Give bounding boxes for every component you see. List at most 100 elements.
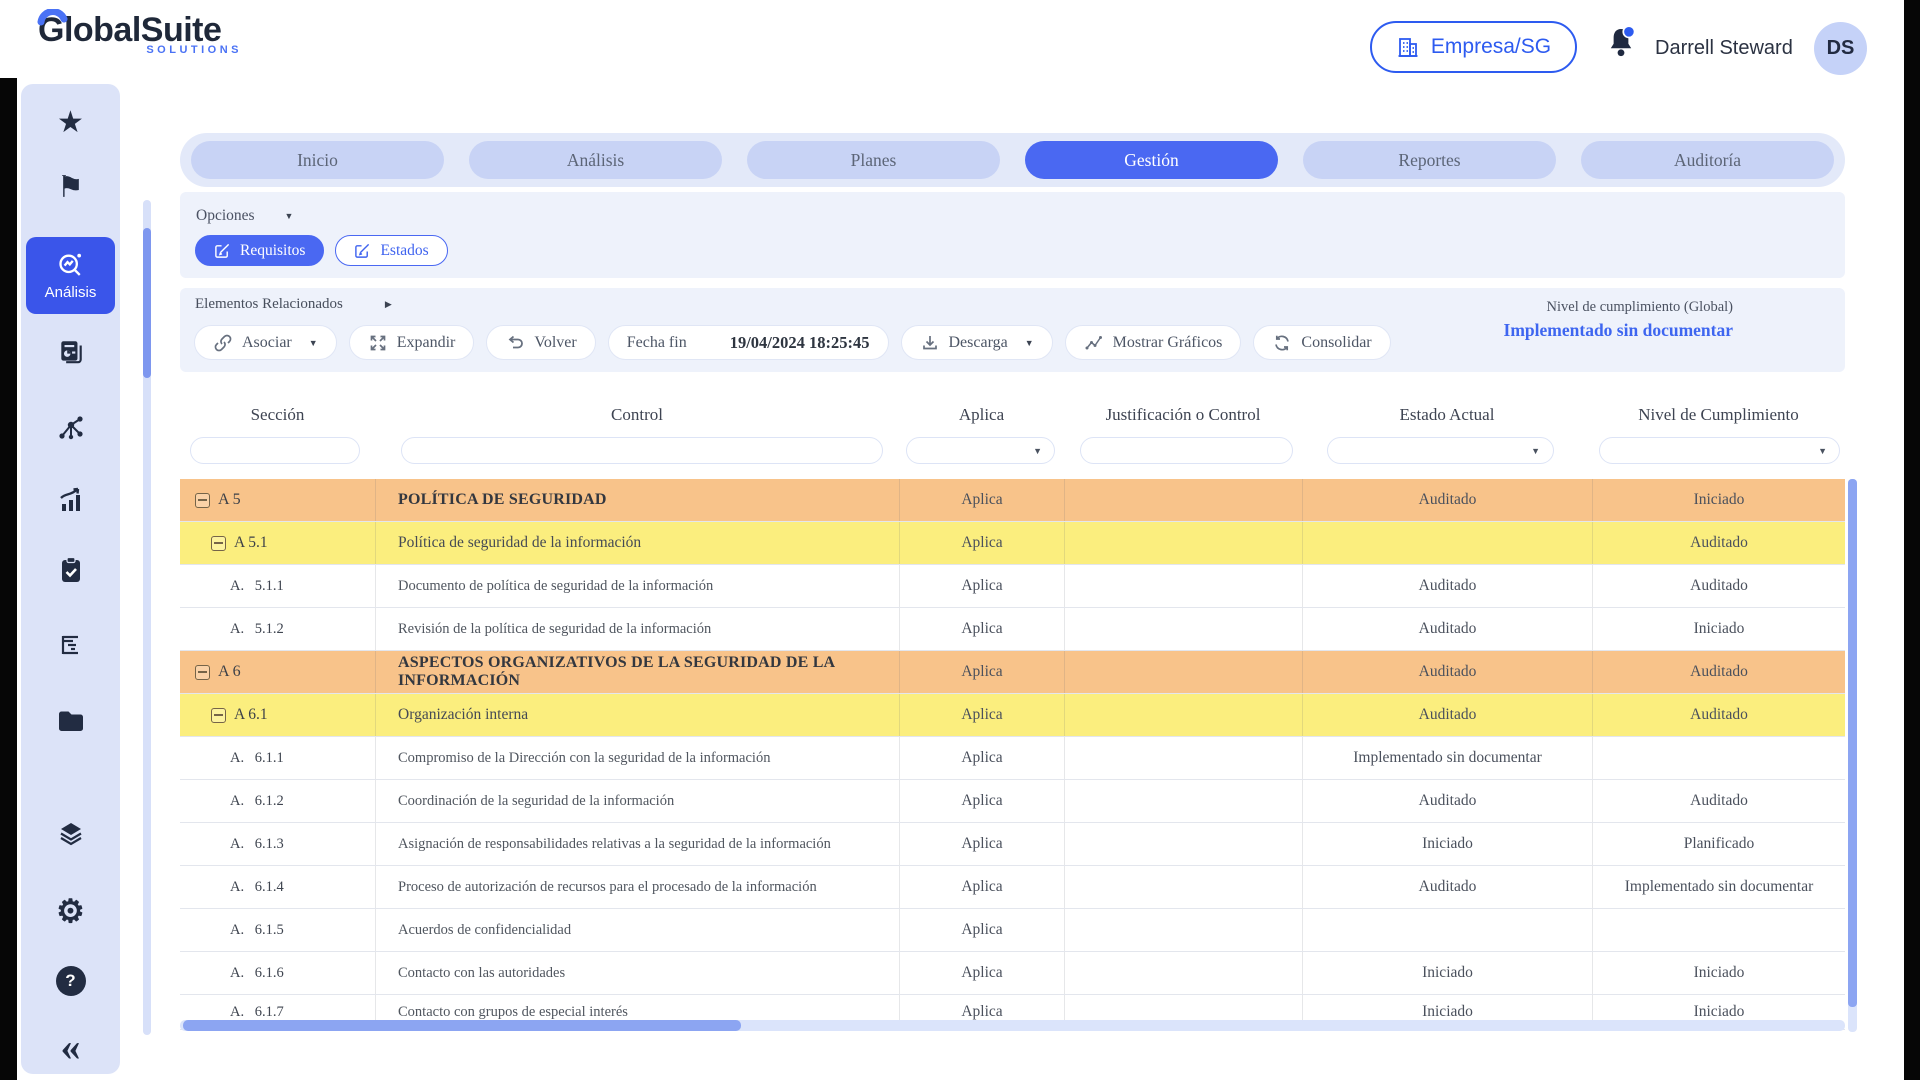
table-row[interactable]: A. 6.1.2Coordinación de la seguridad de …	[180, 780, 1845, 823]
refresh-icon	[1272, 333, 1292, 353]
related-elements-label: Elementos Relacionados	[195, 296, 343, 313]
layers-icon	[57, 820, 85, 848]
table-row[interactable]: A. 5.1.1Documento de política de segurid…	[180, 565, 1845, 608]
cell-justificacion	[1064, 608, 1302, 650]
sidebar-item-reports[interactable]	[21, 334, 120, 370]
options-panel: Opciones ▼ Requisitos Estados	[180, 192, 1845, 278]
cell-control: Compromiso de la Dirección con la seguri…	[375, 737, 899, 779]
sidebar-item-network[interactable]	[21, 410, 120, 446]
cell-seccion: A. 6.1.4	[180, 866, 375, 908]
tab-gestion[interactable]: Gestión	[1025, 141, 1278, 179]
sidebar-collapse-button[interactable]: «	[21, 1029, 120, 1065]
cell-nivel: Auditado	[1592, 651, 1845, 693]
sidebar-item-statistics[interactable]	[21, 482, 120, 518]
compliance-value-link[interactable]: Implementado sin documentar	[1504, 320, 1733, 341]
sidebar-item-settings[interactable]: ⚙	[21, 893, 120, 929]
section-code: A. 6.1.2	[230, 793, 284, 810]
table-row[interactable]: A. 6.1.6Contacto con las autoridadesApli…	[180, 952, 1845, 995]
user-avatar[interactable]: DS	[1814, 22, 1867, 75]
expandir-button[interactable]: Expandir	[349, 325, 475, 360]
tab-analisis[interactable]: Análisis	[469, 141, 722, 179]
cell-seccion: A. 6.1.2	[180, 780, 375, 822]
sidebar-item-tasks[interactable]	[21, 552, 120, 588]
cell-estado: Auditado	[1302, 694, 1592, 736]
consolidar-button[interactable]: Consolidar	[1253, 325, 1390, 360]
cell-nivel	[1592, 737, 1845, 779]
analysis-chart-search-icon	[57, 251, 85, 279]
section-code: A. 6.1.1	[230, 750, 284, 767]
tab-auditoria[interactable]: Auditoría	[1581, 141, 1834, 179]
cell-nivel: Auditado	[1592, 694, 1845, 736]
filter-justificacion-input[interactable]	[1080, 437, 1293, 464]
asociar-button[interactable]: Asociar ▼	[194, 325, 337, 360]
logo-wordmark: GlobalSuite	[38, 12, 278, 48]
filter-estado-select[interactable]	[1327, 437, 1554, 464]
cell-estado: Auditado	[1302, 565, 1592, 607]
table-row[interactable]: A 6.1Organización internaAplicaAuditadoA…	[180, 694, 1845, 737]
filter-control-input[interactable]	[401, 437, 883, 464]
table-row[interactable]: A. 5.1.2Revisión de la política de segur…	[180, 608, 1845, 651]
requisitos-button[interactable]: Requisitos	[195, 235, 324, 266]
sidebar-item-planning[interactable]	[21, 627, 120, 663]
window-edge-right	[1904, 0, 1920, 1080]
sidebar-item-help[interactable]: ?	[21, 963, 120, 999]
table-header-row: Sección Control Aplica Justificación o C…	[180, 405, 1845, 435]
sidebar-item-flags[interactable]: ⚑	[21, 170, 120, 206]
sidebar: ★ ⚑ Análisis	[21, 84, 120, 1074]
cell-control: Política de seguridad de la información	[375, 522, 899, 564]
sidebar-item-favorites[interactable]: ★	[21, 105, 120, 141]
cell-aplica: Aplica	[899, 952, 1064, 994]
company-switcher-button[interactable]: Empresa/SG	[1370, 21, 1577, 73]
table-row[interactable]: A 5POLÍTICA DE SEGURIDADAplicaAuditadoIn…	[180, 479, 1845, 522]
tab-planes[interactable]: Planes	[747, 141, 1000, 179]
section-code: A 5	[218, 491, 241, 509]
edit-icon	[214, 242, 231, 259]
cell-control: POLÍTICA DE SEGURIDAD	[375, 479, 899, 521]
table-row[interactable]: A 5.1Política de seguridad de la informa…	[180, 522, 1845, 565]
section-code: A. 5.1.2	[230, 621, 284, 638]
sidebar-item-layers[interactable]	[21, 816, 120, 852]
cell-seccion: A 6	[180, 651, 375, 693]
cell-estado: Auditado	[1302, 866, 1592, 908]
fecha-fin-field[interactable]: Fecha fin 19/04/2024 18:25:45	[608, 325, 889, 360]
download-icon	[920, 333, 940, 353]
collapse-minus-icon[interactable]	[211, 708, 226, 723]
collapse-minus-icon[interactable]	[195, 493, 210, 508]
descarga-button[interactable]: Descarga ▼	[901, 325, 1053, 360]
expandir-label: Expandir	[397, 334, 456, 352]
filter-nivel-select[interactable]	[1599, 437, 1840, 464]
related-elements-expander[interactable]: Elementos Relacionados ▶	[195, 296, 392, 313]
section-code: A. 6.1.6	[230, 965, 284, 982]
volver-button[interactable]: Volver	[486, 325, 595, 360]
table-row[interactable]: A. 6.1.3Asignación de responsabilidades …	[180, 823, 1845, 866]
sidebar-item-documents[interactable]	[21, 703, 120, 739]
cell-control: Organización interna	[375, 694, 899, 736]
mostrar-graficos-button[interactable]: Mostrar Gráficos	[1065, 325, 1242, 360]
collapse-minus-icon[interactable]	[195, 665, 210, 680]
sidebar-item-analisis[interactable]: Análisis	[26, 237, 115, 314]
cell-aplica: Aplica	[899, 479, 1064, 521]
tab-inicio[interactable]: Inicio	[191, 141, 444, 179]
table-row[interactable]: A. 6.1.5Acuerdos de confidencialidadApli…	[180, 909, 1845, 952]
column-header-control: Control	[375, 405, 899, 435]
notifications-bell[interactable]	[1605, 25, 1637, 59]
collapse-minus-icon[interactable]	[211, 536, 226, 551]
tab-reportes[interactable]: Reportes	[1303, 141, 1556, 179]
table-vscrollbar-thumb[interactable]	[1848, 479, 1857, 1007]
cell-justificacion	[1064, 866, 1302, 908]
cell-aplica: Aplica	[899, 522, 1064, 564]
network-icon	[57, 414, 85, 442]
table-row[interactable]: A. 6.1.4Proceso de autorización de recur…	[180, 866, 1845, 909]
table-row[interactable]: A 6ASPECTOS ORGANIZATIVOS DE LA SEGURIDA…	[180, 651, 1845, 694]
cell-aplica: Aplica	[899, 780, 1064, 822]
filter-seccion-input[interactable]	[190, 437, 360, 464]
cell-estado: Iniciado	[1302, 823, 1592, 865]
estados-button[interactable]: Estados	[335, 235, 447, 266]
user-name[interactable]: Darrell Steward	[1655, 37, 1793, 60]
table-hscrollbar-thumb[interactable]	[183, 1020, 741, 1031]
options-dropdown[interactable]: Opciones ▼	[196, 207, 293, 225]
cell-estado: Auditado	[1302, 780, 1592, 822]
page-scrollbar-thumb[interactable]	[143, 228, 151, 378]
filter-aplica-select[interactable]	[906, 437, 1055, 464]
table-row[interactable]: A. 6.1.1 Compromiso de la Dirección con l…	[180, 737, 1845, 780]
